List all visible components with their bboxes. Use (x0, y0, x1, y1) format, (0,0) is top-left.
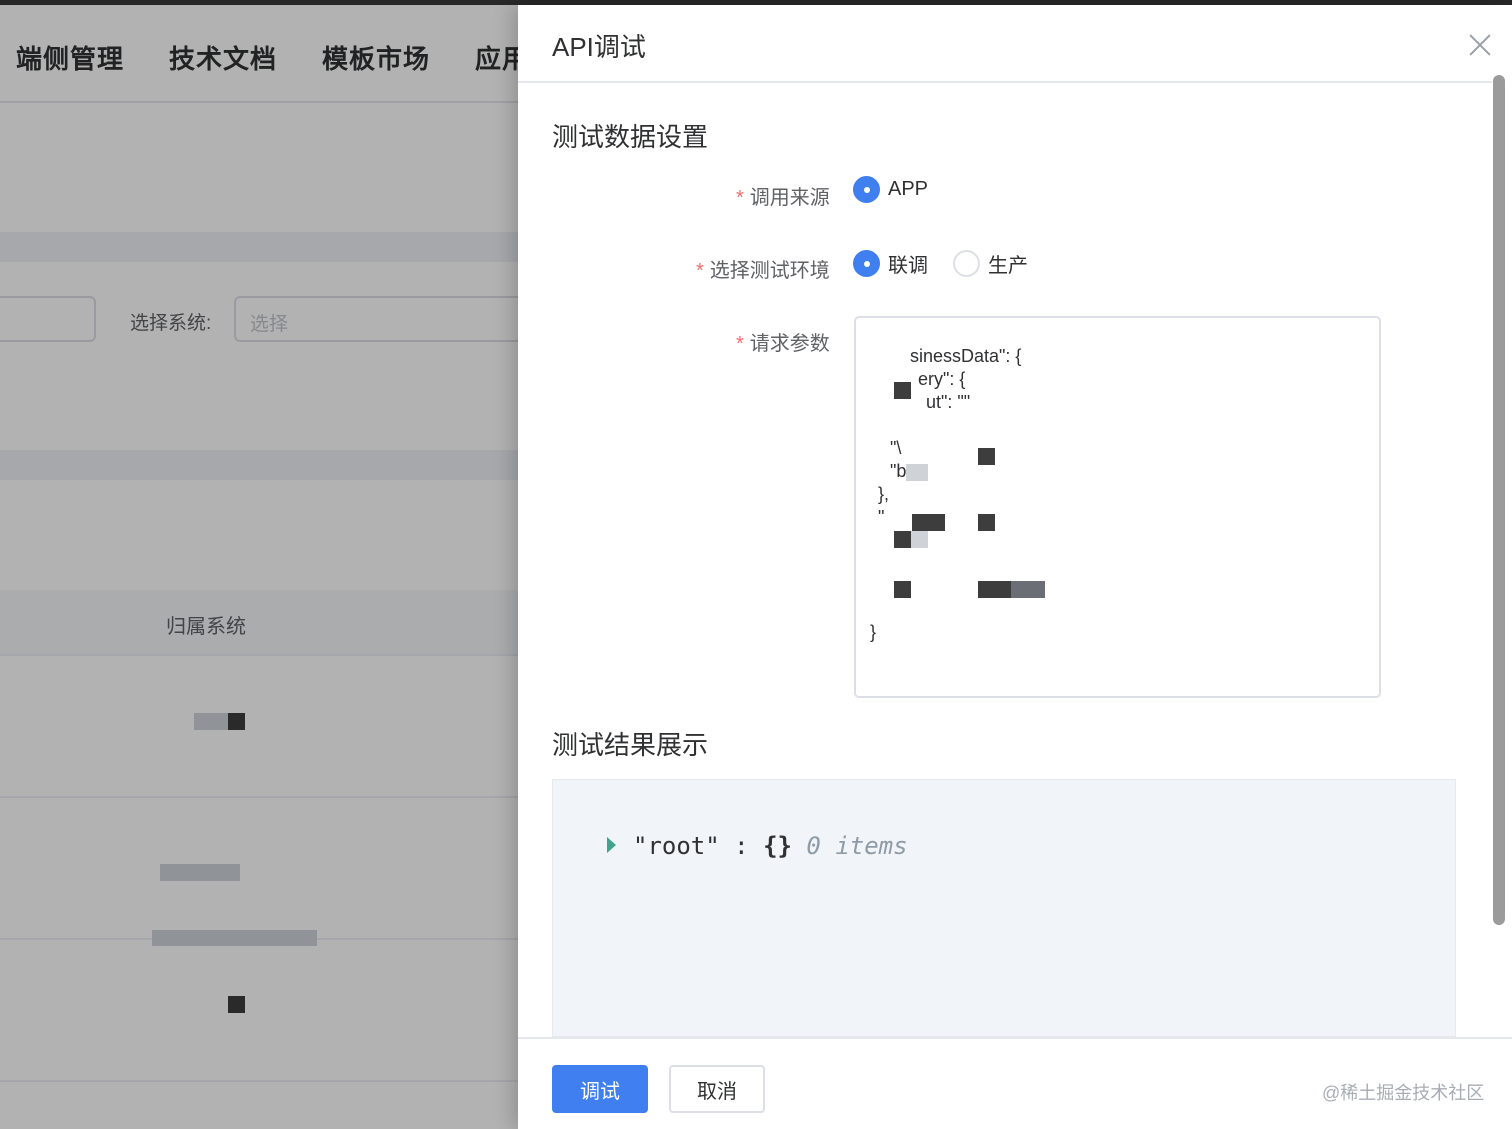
code-line: ery": { (918, 369, 966, 389)
json-colon: : (734, 832, 749, 860)
mosaic-block (928, 514, 945, 531)
code-line: } (870, 622, 877, 642)
params-label-text: 请求参数 (749, 333, 830, 355)
section-title-result: 测试结果展示 (552, 730, 709, 760)
form-label-params: * 请求参数 (736, 333, 830, 355)
json-item-count: 0 items (806, 832, 908, 860)
watermark: @稀土掘金技术社区 (1322, 1083, 1485, 1103)
footer-divider (518, 1037, 1512, 1039)
radio-checked-icon (853, 176, 880, 203)
radio-env-joint[interactable]: 联调 (853, 249, 928, 278)
source-label-text: 调用来源 (749, 187, 830, 209)
radio-checked-icon (853, 250, 880, 277)
code-line: " (878, 507, 885, 527)
close-icon[interactable] (1466, 31, 1494, 59)
mosaic-block (894, 581, 911, 598)
code-line: sinessData": { (910, 346, 1022, 366)
drawer-header: API调试 (518, 5, 1492, 83)
json-result-viewer: "root" : {} 0 items (552, 779, 1456, 1037)
mosaic-block (894, 531, 911, 548)
mosaic-block (912, 514, 929, 531)
code-line: "\ (890, 438, 902, 458)
radio-source-app[interactable]: APP (853, 176, 928, 203)
radio-label-prod: 生产 (988, 255, 1028, 277)
drawer-title: API调试 (552, 32, 646, 62)
code-line: ut": "" (926, 392, 971, 412)
mosaic-block (894, 382, 911, 399)
form-label-env: * 选择测试环境 (696, 260, 830, 282)
mosaic-block (978, 448, 995, 465)
section-title-settings: 测试数据设置 (552, 122, 709, 152)
mosaic-block (1011, 581, 1045, 598)
json-root-key: "root" (633, 832, 720, 860)
radio-unchecked-icon (953, 250, 980, 277)
env-label-text: 选择测试环境 (709, 260, 830, 282)
form-label-source: * 调用来源 (736, 187, 830, 209)
expand-caret-icon[interactable] (607, 837, 616, 853)
request-params-textarea[interactable]: sinessData": { ery": { ut": "" "\ "b }, … (854, 316, 1381, 698)
json-root-line: "root" : {} 0 items (633, 832, 908, 860)
code-line: }, (878, 484, 890, 504)
cancel-button[interactable]: 取消 (669, 1065, 765, 1113)
radio-label-app: APP (888, 178, 929, 200)
debug-button[interactable]: 调试 (552, 1065, 648, 1113)
mosaic-block (978, 514, 995, 531)
mosaic-block (906, 464, 928, 481)
mosaic-block (911, 531, 928, 548)
radio-label-joint: 联调 (888, 255, 928, 277)
scrollbar[interactable] (1493, 75, 1505, 925)
api-debug-drawer: API调试 测试数据设置 * 调用来源 APP * 选择测试环境 联调 生产 * 请求… (518, 5, 1512, 1129)
json-brace: {} (763, 832, 792, 860)
code-line: "b (890, 461, 907, 481)
radio-env-prod[interactable]: 生产 (953, 249, 1028, 278)
